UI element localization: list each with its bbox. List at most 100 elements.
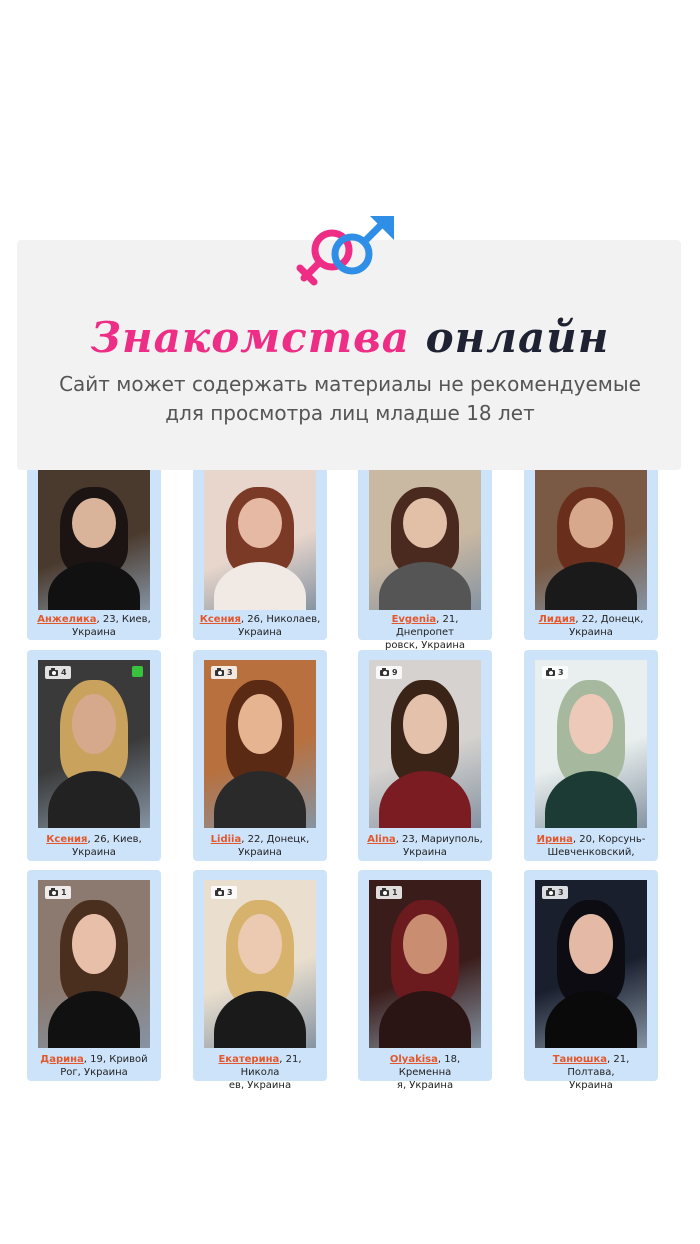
photo-count-badge: 4 <box>45 666 71 679</box>
profile-card[interactable]: Лидия, 22, Донецк, Украина <box>524 470 658 640</box>
portrait-body <box>48 562 140 610</box>
profile-photo[interactable]: 4 <box>38 660 150 828</box>
profile-caption: Evgenia, 21, Днепропет ровск, Украина <box>364 613 486 652</box>
profile-name-link[interactable]: Ксения <box>200 614 241 625</box>
profile-caption-line-1: Olyakisa, 18, Кременна <box>364 1053 486 1079</box>
profile-caption-line-1: Evgenia, 21, Днепропет <box>364 613 486 639</box>
camera-icon <box>49 667 58 676</box>
photo-count: 9 <box>392 668 398 677</box>
profile-location: Украина <box>403 847 447 858</box>
profile-location: Украина <box>72 627 116 638</box>
photo-count-badge: 3 <box>211 886 237 899</box>
profile-name-link[interactable]: Екатерина <box>218 1054 279 1065</box>
profile-photo[interactable]: 3 <box>204 660 316 828</box>
photo-count: 4 <box>61 668 67 677</box>
profile-card[interactable]: 4 Ксения, 26, Киев, Украина <box>27 650 161 861</box>
portrait-face <box>569 498 613 549</box>
profile-caption-line-1: Ксения, 26, Киев, <box>33 833 155 846</box>
portrait-face <box>72 693 116 755</box>
photo-count: 3 <box>558 888 564 897</box>
portrait-body <box>48 990 140 1048</box>
profile-card[interactable]: 3 Ирина, 20, Корсунь- Шевченковский, <box>524 650 658 861</box>
profile-caption-line-1: Анжелика, 23, Киев, <box>33 613 155 626</box>
portrait-body <box>545 562 637 610</box>
profile-card[interactable]: 9 Alina, 23, Мариуполь, Украина <box>358 650 492 861</box>
profile-caption: Ксения, 26, Киев, Украина <box>33 833 155 859</box>
profile-location: Украина <box>569 1080 613 1091</box>
profile-name-link[interactable]: Olyakisa <box>390 1054 438 1065</box>
profile-name-link[interactable]: Evgenia <box>392 614 437 625</box>
profile-caption-line-1: Дарина, 19, Кривой <box>33 1053 155 1066</box>
portrait-body <box>214 562 306 610</box>
gender-symbols-icon <box>290 212 400 292</box>
profile-photo[interactable] <box>535 470 647 610</box>
profile-card[interactable]: 3 Lidiia, 22, Донецк, Украина <box>193 650 327 861</box>
camera-icon <box>49 887 58 896</box>
profile-caption-line-1: Танюшка, 21, Полтава, <box>530 1053 652 1079</box>
profile-caption: Дарина, 19, Кривой Рог, Украина <box>33 1053 155 1079</box>
profile-name-link[interactable]: Танюшка <box>553 1054 607 1065</box>
portrait-face <box>403 693 447 755</box>
profile-card[interactable]: 3 Танюшка, 21, Полтава, Украина <box>524 870 658 1091</box>
profile-age-city: , 23, Мариуполь, <box>395 834 483 845</box>
profile-photo[interactable] <box>38 470 150 610</box>
profile-card[interactable]: Анжелика, 23, Киев, Украина <box>27 470 161 640</box>
portrait-body <box>379 990 471 1048</box>
photo-count: 1 <box>392 888 398 897</box>
profile-location: Украина <box>238 627 282 638</box>
profile-location: Рог, Украина <box>60 1067 128 1078</box>
profile-photo[interactable]: 3 <box>535 880 647 1048</box>
camera-icon <box>380 667 389 676</box>
photo-count: 3 <box>227 888 233 897</box>
profile-age-city: , 19, Кривой <box>83 1054 148 1065</box>
site-title-word-2: онлайн <box>425 313 610 362</box>
profile-photo[interactable] <box>369 470 481 610</box>
profile-name-link[interactable]: Alina <box>367 834 395 845</box>
portrait-body <box>379 770 471 828</box>
profile-photo[interactable]: 1 <box>38 880 150 1048</box>
portrait-face <box>403 913 447 975</box>
profile-photo[interactable] <box>204 470 316 610</box>
profile-location: я, Украина <box>396 1080 454 1091</box>
photo-count-badge: 3 <box>211 666 237 679</box>
profile-location: ев, Украина <box>228 1080 292 1091</box>
profile-photo[interactable]: 3 <box>535 660 647 828</box>
profile-name-link[interactable]: Анжелика <box>37 614 96 625</box>
profile-caption: Ксения, 26, Николаев, Украина <box>199 613 321 639</box>
profile-name-link[interactable]: Lidiia <box>211 834 242 845</box>
profile-name-link[interactable]: Дарина <box>40 1054 83 1065</box>
profile-card[interactable]: 3 Екатерина, 21, Никола ев, Украина <box>193 870 327 1091</box>
profile-photo[interactable]: 1 <box>369 880 481 1048</box>
profile-caption: Olyakisa, 18, Кременна я, Украина <box>364 1053 486 1092</box>
camera-icon <box>215 667 224 676</box>
portrait-body <box>214 770 306 828</box>
portrait-body <box>545 990 637 1048</box>
profile-age-city: , 22, Донецк, <box>575 614 644 625</box>
profile-caption-line-1: Ирина, 20, Корсунь- <box>530 833 652 846</box>
portrait-face <box>72 498 116 549</box>
profile-card[interactable]: 1 Olyakisa, 18, Кременна я, Украина <box>358 870 492 1091</box>
profile-name-link[interactable]: Лидия <box>539 614 576 625</box>
camera-icon <box>546 887 555 896</box>
profile-caption: Ирина, 20, Корсунь- Шевченковский, <box>530 833 652 859</box>
profile-card[interactable]: 1 Дарина, 19, Кривой Рог, Украина <box>27 870 161 1081</box>
portrait-body <box>48 770 140 828</box>
profile-caption-line-1: Екатерина, 21, Никола <box>199 1053 321 1079</box>
profile-name-link[interactable]: Ирина <box>537 834 573 845</box>
profile-card[interactable]: Evgenia, 21, Днепропет ровск, Украина <box>358 470 492 651</box>
portrait-body <box>379 562 471 610</box>
camera-icon <box>380 887 389 896</box>
profile-name-link[interactable]: Ксения <box>46 834 87 845</box>
profile-caption: Анжелика, 23, Киев, Украина <box>33 613 155 639</box>
site-title: Знакомства онлайн <box>0 310 700 366</box>
profile-photo[interactable]: 9 <box>369 660 481 828</box>
portrait-face <box>72 913 116 975</box>
photo-count: 1 <box>61 888 67 897</box>
portrait-face <box>569 913 613 975</box>
portrait-face <box>238 498 282 549</box>
portrait-face <box>403 498 447 549</box>
profile-card[interactable]: Ксения, 26, Николаев, Украина <box>193 470 327 640</box>
photo-count-badge: 9 <box>376 666 402 679</box>
profile-caption-line-1: Lidiia, 22, Донецк, <box>199 833 321 846</box>
profile-photo[interactable]: 3 <box>204 880 316 1048</box>
